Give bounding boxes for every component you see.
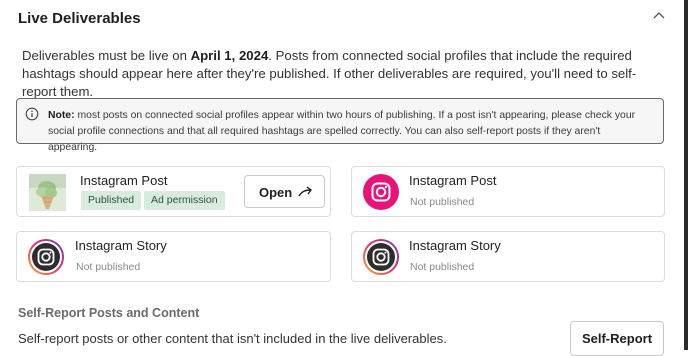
note-body: most posts on connected social profiles … — [48, 110, 636, 153]
description-date: April 1, 2024 — [190, 48, 269, 63]
note-text: Note: most posts on connected social pro… — [48, 108, 648, 156]
deliverable-status: Not published — [410, 261, 475, 273]
instagram-icon — [363, 174, 399, 210]
deliverable-title: Instagram Post — [409, 173, 497, 188]
info-icon — [25, 107, 39, 121]
instagram-story-icon — [28, 239, 64, 275]
status-badge-ad-permission: Ad permission — [144, 191, 225, 210]
self-report-title: Self-Report Posts and Content — [18, 306, 200, 320]
deliverable-title: Instagram Story — [409, 238, 501, 253]
instagram-story-icon — [363, 239, 399, 275]
open-button[interactable]: Open — [244, 175, 325, 208]
deliverable-status: Not published — [410, 196, 475, 208]
post-thumbnail-image — [29, 174, 66, 211]
description-prefix: Deliverables must be live on — [22, 48, 191, 63]
section-title: Live Deliverables — [18, 10, 141, 27]
note-label: Note: — [48, 110, 75, 121]
arrow-right-icon — [298, 186, 312, 197]
status-badge-published: Published — [81, 191, 142, 210]
self-report-description: Self-report posts or other content that … — [18, 331, 447, 346]
deliverable-title: Instagram Post — [80, 173, 168, 188]
deliverable-status: Not published — [76, 261, 141, 273]
chevron-up-icon[interactable] — [651, 9, 667, 21]
note-box: Note: most posts on connected social pro… — [16, 98, 664, 153]
window-edge — [684, 0, 688, 350]
open-button-label: Open — [259, 185, 293, 200]
deliverable-title: Instagram Story — [75, 238, 167, 253]
section-description: Deliverables must be live on April 1, 20… — [22, 47, 662, 101]
self-report-button[interactable]: Self-Report — [570, 321, 664, 356]
